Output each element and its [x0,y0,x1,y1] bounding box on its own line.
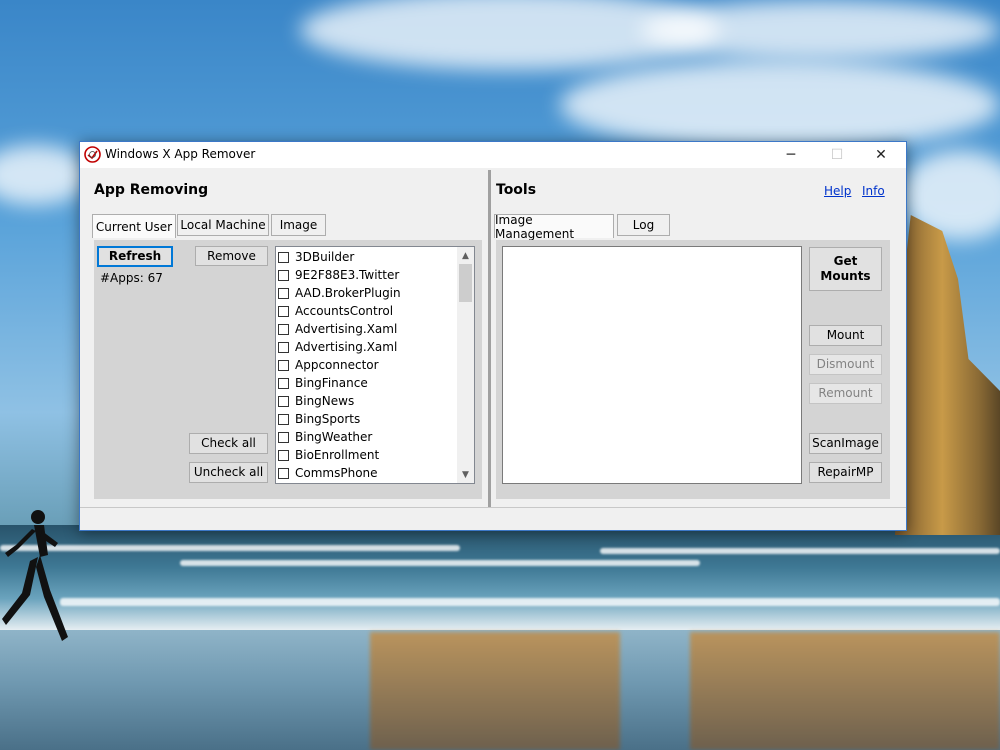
wave [60,598,1000,606]
app-name: BioEnrollment [295,448,380,462]
app-name: Advertising.Xaml [295,322,398,336]
app-checkbox[interactable] [278,377,289,389]
wave [600,548,1000,554]
remount-button[interactable]: Remount [809,383,882,404]
tools-panel: Get Mounts Mount Dismount Remount ScanIm… [496,240,890,499]
app-checkbox[interactable] [278,413,289,425]
runner-silhouette [2,510,68,641]
app-name: Appconnector [295,358,379,372]
app-name: 9E2F88E3.Twitter [295,268,400,282]
window-title: Windows X App Remover [105,147,256,161]
app-name: 3DBuilder [295,250,355,264]
scroll-down-icon[interactable]: ▼ [457,466,474,483]
app-checkbox[interactable] [278,305,289,317]
mount-button[interactable]: Mount [809,325,882,346]
app-checkbox[interactable] [278,467,289,479]
app-checkbox[interactable] [278,341,289,353]
cliff [895,215,1000,535]
tab-local-machine[interactable]: Local Machine [177,214,269,236]
get-mounts-button[interactable]: Get Mounts [809,247,882,291]
image-info-textarea[interactable] [502,246,802,484]
app-name: AAD.BrokerPlugin [295,286,401,300]
app-logo-icon [84,146,101,163]
dismount-button[interactable]: Dismount [809,354,882,375]
maximize-button[interactable]: ☐ [814,142,860,168]
scroll-thumb[interactable] [459,264,472,302]
list-item[interactable]: BingFinance [278,374,368,392]
wave [180,560,700,566]
scan-image-button[interactable]: ScanImage [809,433,882,454]
app-checkbox[interactable] [278,449,289,461]
app-name: CommsPhone [295,466,378,480]
tab-image[interactable]: Image [271,214,326,236]
info-link[interactable]: Info [862,184,885,198]
check-all-button[interactable]: Check all [189,433,268,454]
tab-image-management[interactable]: Image Management [494,213,614,241]
remove-button[interactable]: Remove [195,246,268,266]
apps-list-scrollbar[interactable]: ▲ ▼ [457,247,474,483]
list-item[interactable]: BingSports [278,410,360,428]
panel-splitter[interactable] [488,170,491,507]
list-item[interactable]: Appconnector [278,356,379,374]
app-checkbox[interactable] [278,395,289,407]
app-checkbox[interactable] [278,287,289,299]
cloud [560,60,1000,150]
list-item[interactable]: AccountsControl [278,302,393,320]
tools-title: Tools [496,182,537,198]
sea [0,525,1000,630]
app-removing-panel: Refresh Remove #Apps: 67 Check all Unche… [94,240,482,499]
scroll-up-icon[interactable]: ▲ [457,247,474,264]
list-item[interactable]: 3DBuilder [278,248,354,266]
list-item[interactable]: Advertising.Xaml [278,338,397,356]
tab-log[interactable]: Log [617,214,670,236]
app-checkbox[interactable] [278,431,289,443]
status-bar-divider [80,507,906,508]
app-name: BingNews [295,394,355,408]
help-link[interactable]: Help [824,184,851,198]
title-bar[interactable]: Windows X App Remover ─ ☐ ✕ [80,142,906,168]
app-checkbox[interactable] [278,323,289,335]
app-checkbox[interactable] [278,359,289,371]
apps-list[interactable]: 3DBuilder 9E2F88E3.Twitter AAD.BrokerPlugi… [275,246,475,484]
app-name: AccountsControl [295,304,394,318]
list-item[interactable]: BingWeather [278,428,372,446]
list-item[interactable]: CommsPhone [278,464,378,482]
minimize-button[interactable]: ─ [768,142,814,168]
app-name: BingFinance [295,376,368,390]
cliff-reflection [370,632,620,750]
close-button[interactable]: ✕ [858,142,904,168]
repair-mp-button[interactable]: RepairMP [809,462,882,483]
list-item[interactable]: 9E2F88E3.Twitter [278,266,399,284]
app-name: BingSports [295,412,361,426]
tab-current-user[interactable]: Current User [92,214,176,238]
uncheck-all-button[interactable]: Uncheck all [189,462,268,483]
list-item[interactable]: AAD.BrokerPlugin [278,284,401,302]
cloud [640,0,1000,60]
app-name: BingWeather [295,430,373,444]
app-removing-title: App Removing [94,182,209,198]
list-item[interactable]: BingNews [278,392,354,410]
list-item[interactable]: BioEnrollment [278,446,379,464]
app-name: Advertising.Xaml [295,340,398,354]
refresh-button[interactable]: Refresh [97,246,173,267]
cloud [0,145,90,205]
app-count: #Apps: 67 [100,271,163,285]
cliff-reflection [690,632,1000,750]
app-window: Windows X App Remover ─ ☐ ✕ App Removing… [79,141,907,531]
app-checkbox[interactable] [278,251,289,263]
app-checkbox[interactable] [278,269,289,281]
list-item[interactable]: Advertising.Xaml [278,320,397,338]
